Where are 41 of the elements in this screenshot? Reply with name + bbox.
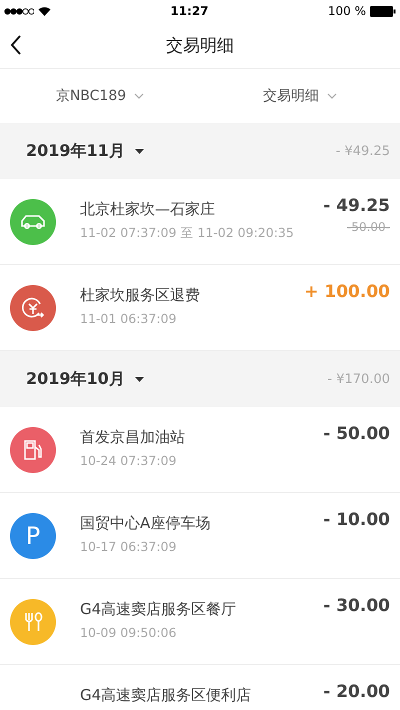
transaction-name: G4高速窦店服务区餐厅 — [80, 600, 238, 619]
transaction-row[interactable]: 首发京昌加油站 10-24 07:37:09 - 50.00 — [0, 407, 400, 493]
chevron-down-icon — [327, 93, 337, 99]
transaction-row[interactable]: 北京杜家坎—石家庄 11-02 07:37:09 至 11-02 09:20:35 - 49.25 -50.00- — [0, 179, 400, 265]
month-selector[interactable]: 2019年11月 — [26, 140, 144, 162]
month-total: - ¥170.00 — [327, 372, 390, 386]
battery-icon — [370, 6, 396, 16]
transaction-time: 10-17 06:37:09 — [80, 539, 178, 554]
transaction-amount: - 10.00 — [323, 510, 390, 530]
filter-dropdown[interactable]: 京NBC189 — [0, 86, 200, 106]
page-title: 交易明细 — [166, 34, 234, 56]
status-time: 11:27 — [170, 4, 209, 18]
wifi-icon — [38, 6, 51, 16]
transaction-time: 10-24 07:37:09 — [80, 453, 178, 468]
transaction-name: G4高速窦店服务区便利店 — [80, 686, 252, 705]
transaction-name: 北京杜家坎—石家庄 — [80, 200, 216, 219]
transaction-time: 11-01 06:37:09 — [80, 311, 178, 326]
transaction-amount: - 50.00 — [323, 424, 390, 444]
transaction-row[interactable]: G4高速窦店服务区便利店 - 20.00 — [0, 665, 400, 710]
caret-down-icon — [134, 148, 144, 154]
transaction-row[interactable]: P 国贸中心A座停车场 10-17 06:37:09 - 10.00 — [0, 493, 400, 579]
transaction-name: 杜家坎服务区退费 — [80, 286, 201, 305]
back-icon[interactable] — [10, 35, 22, 55]
filter-dropdown[interactable]: 交易明细 — [200, 86, 400, 106]
original-amount: -50.00- — [346, 220, 390, 234]
transaction-row[interactable]: G4高速窦店服务区餐厅 10-09 09:50:06 - 30.00 — [0, 579, 400, 665]
chevron-down-icon — [134, 93, 144, 99]
transaction-time: 10-09 09:50:06 — [80, 625, 178, 640]
transaction-name: 国贸中心A座停车场 — [80, 514, 212, 533]
transaction-amount: - 49.25 — [323, 196, 390, 216]
parking-icon: P — [10, 513, 56, 559]
caret-down-icon — [134, 376, 144, 382]
battery-percent: 100 % — [328, 4, 366, 18]
month-selector[interactable]: 2019年10月 — [26, 368, 144, 390]
month-total: - ¥49.25 — [336, 144, 390, 158]
transaction-amount: - 30.00 — [323, 596, 390, 616]
transaction-name: 首发京昌加油站 — [80, 428, 186, 447]
transaction-amount: - 20.00 — [323, 682, 390, 702]
transaction-time: 11-02 07:37:09 至 11-02 09:20:35 — [80, 225, 295, 242]
transaction-amount: + 100.00 — [304, 282, 390, 302]
signal-icon — [4, 8, 34, 14]
